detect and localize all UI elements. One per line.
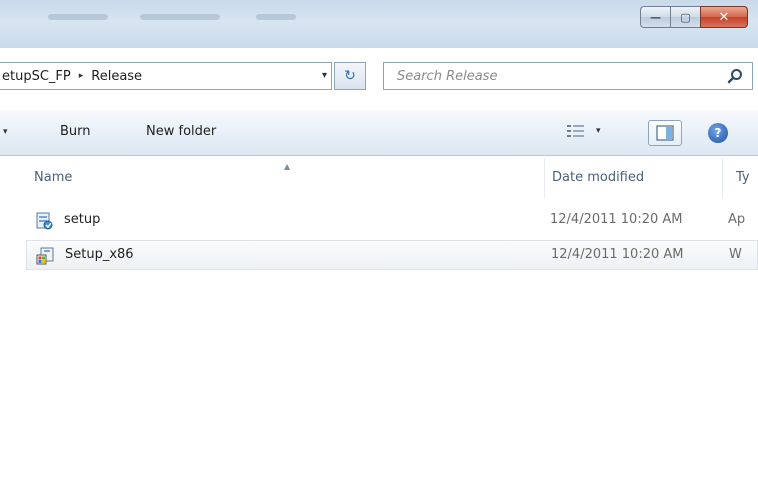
command-bar: ▾ Burn New folder ▾ ? <box>0 110 758 156</box>
view-details-icon <box>567 125 584 137</box>
search-box[interactable] <box>383 62 753 90</box>
help-button[interactable]: ? <box>708 123 728 143</box>
setup-installer-icon <box>36 212 53 230</box>
refresh-icon: ↻ <box>344 68 356 84</box>
file-name: Setup_x86 <box>65 247 134 262</box>
toolbar-overflow-icon[interactable]: ▾ <box>3 127 8 137</box>
change-view-button[interactable]: ▾ <box>566 123 601 139</box>
preview-pane-icon <box>656 125 674 141</box>
sort-indicator-icon: ▲ <box>284 162 291 171</box>
blurred-title-text <box>140 14 220 20</box>
file-date-modified: 12/4/2011 10:20 AM <box>550 212 683 227</box>
file-name: setup <box>64 212 101 227</box>
close-button[interactable]: ✕ <box>700 6 748 28</box>
refresh-button[interactable]: ↻ <box>334 62 366 90</box>
search-icon[interactable] <box>727 68 743 84</box>
file-type: W <box>729 247 742 262</box>
breadcrumb-parent[interactable]: etupSC_FP <box>2 69 71 84</box>
file-row-setup-x86[interactable]: Setup_x86 12/4/2011 10:20 AM W <box>26 240 758 270</box>
column-name[interactable]: Name <box>34 170 72 185</box>
burn-button[interactable]: Burn <box>60 124 91 139</box>
file-date-modified: 12/4/2011 10:20 AM <box>551 247 684 262</box>
column-header: ▲ Name Date modified Ty <box>0 158 758 198</box>
new-folder-button[interactable]: New folder <box>146 124 216 139</box>
blurred-title-text <box>48 14 108 20</box>
title-bar: — ▢ ✕ <box>0 0 758 48</box>
window-controls: — ▢ ✕ <box>640 6 748 28</box>
file-row-setup[interactable]: setup 12/4/2011 10:20 AM Ap <box>26 206 758 236</box>
breadcrumb-separator-icon[interactable]: ▸ <box>79 71 84 81</box>
address-dropdown-icon[interactable]: ▾ <box>322 70 327 81</box>
maximize-button[interactable]: ▢ <box>670 6 700 28</box>
column-divider[interactable] <box>544 158 545 198</box>
address-row: etupSC_FP ▸ Release ▾ ↻ <box>0 60 758 92</box>
windows-installer-icon <box>36 247 54 265</box>
column-type[interactable]: Ty <box>736 170 750 185</box>
preview-pane-button[interactable] <box>648 120 682 146</box>
search-input[interactable] <box>397 64 717 88</box>
blurred-title-text <box>256 14 296 20</box>
minimize-button[interactable]: — <box>640 6 670 28</box>
view-dropdown-icon[interactable]: ▾ <box>596 126 601 136</box>
address-bar[interactable]: etupSC_FP ▸ Release ▾ <box>0 62 332 90</box>
column-divider[interactable] <box>722 158 723 198</box>
file-type: Ap <box>728 212 746 227</box>
breadcrumb-current[interactable]: Release <box>91 69 142 84</box>
column-date-modified[interactable]: Date modified <box>552 170 644 185</box>
help-icon: ? <box>714 126 722 140</box>
